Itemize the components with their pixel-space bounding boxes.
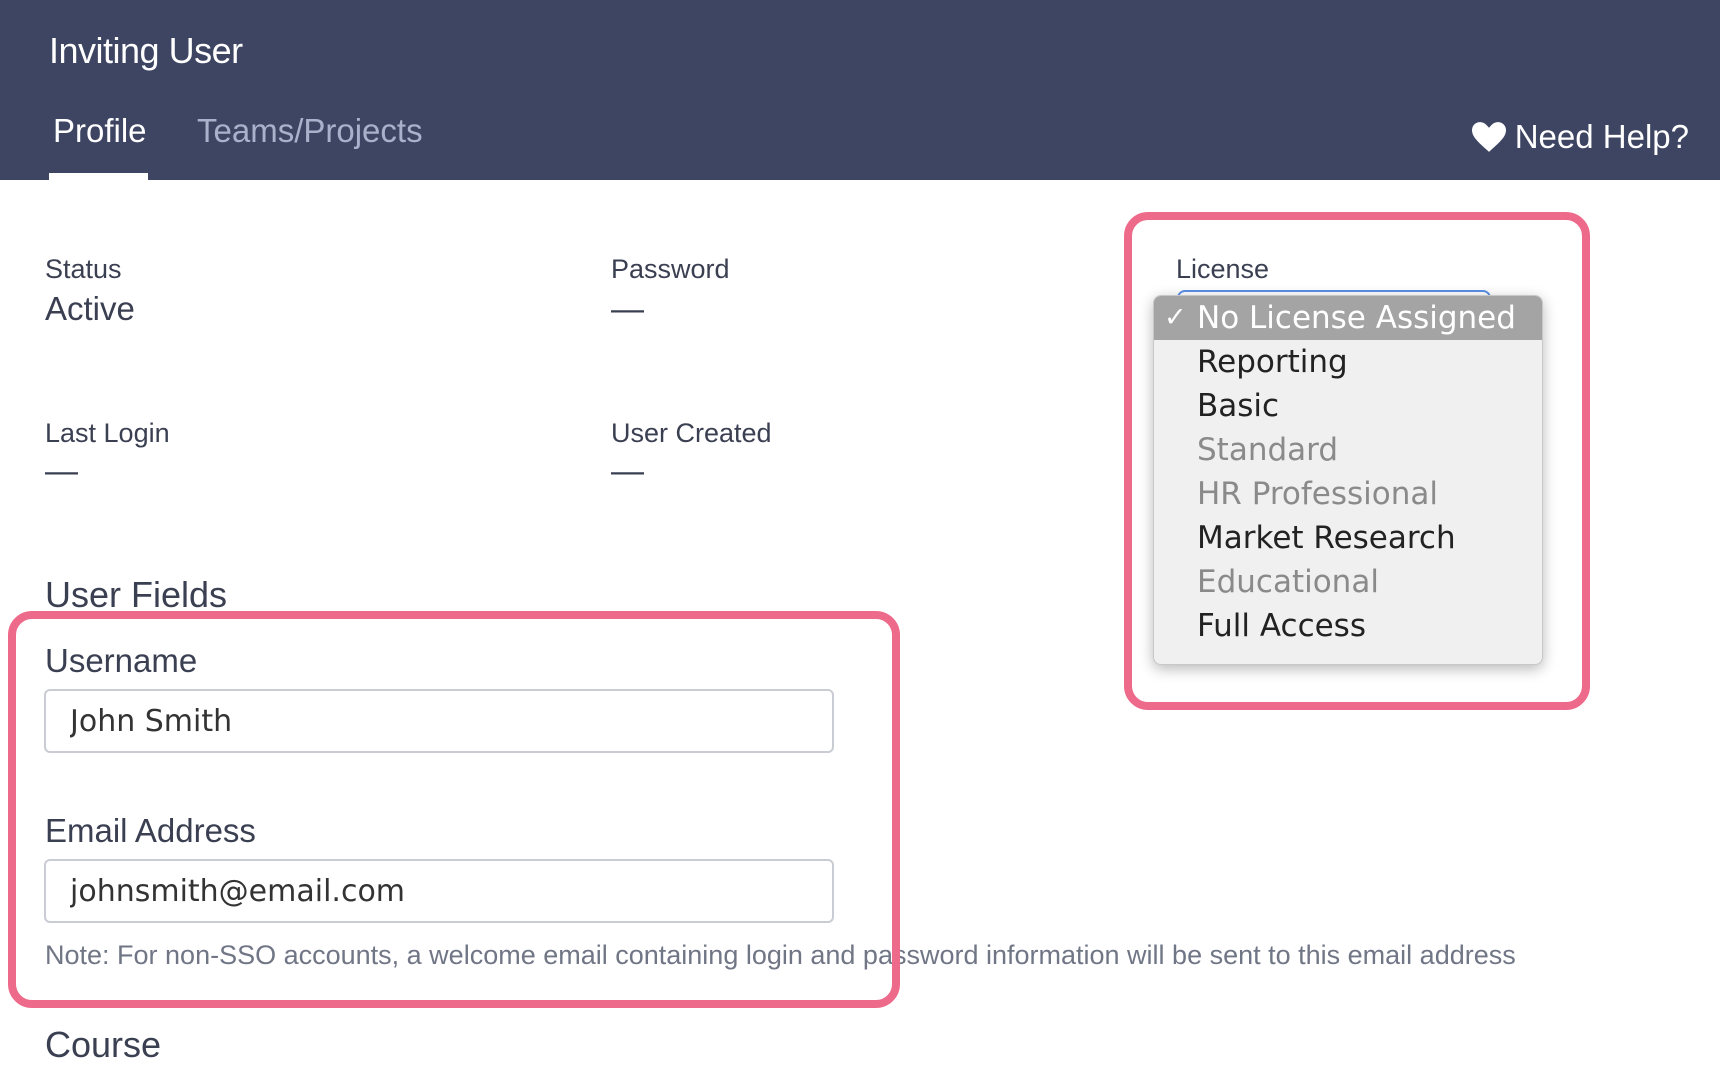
username-input[interactable] — [44, 689, 834, 753]
license-option-standard: Standard — [1197, 432, 1339, 468]
user-created-label: User Created — [611, 418, 772, 448]
email-label: Email Address — [45, 812, 256, 849]
email-note: Note: For non-SSO accounts, a welcome em… — [45, 940, 1516, 970]
page-title: Inviting User — [49, 30, 243, 71]
user-created-value: — — [611, 452, 644, 489]
tab-profile[interactable]: Profile — [53, 112, 147, 150]
email-input[interactable] — [44, 859, 834, 923]
license-option-no-license[interactable]: ✓ No License Assigned — [1154, 296, 1542, 340]
license-option-full-access[interactable]: Full Access — [1154, 604, 1542, 648]
license-dropdown-menu: ✓ No License Assigned Reporting Basic St… — [1153, 295, 1543, 665]
status-label: Status — [45, 254, 122, 284]
checkmark-icon: ✓ — [1164, 302, 1187, 333]
heart-icon — [1471, 122, 1506, 152]
license-label: License — [1176, 254, 1270, 284]
license-option-reporting[interactable]: Reporting — [1154, 340, 1542, 384]
username-label: Username — [45, 642, 198, 679]
active-tab-indicator — [49, 173, 148, 180]
license-option-market-research[interactable]: Market Research — [1154, 516, 1542, 560]
password-label: Password — [611, 254, 730, 284]
last-login-label: Last Login — [45, 418, 170, 448]
last-login-value: — — [45, 452, 78, 489]
license-option-educational: Educational — [1197, 564, 1379, 600]
license-option-hr-professional: HR Professional — [1197, 476, 1439, 512]
need-help-label: Need Help? — [1514, 118, 1689, 155]
license-option-basic[interactable]: Basic — [1154, 384, 1542, 428]
need-help-button[interactable]: Need Help? — [1471, 118, 1689, 156]
password-value: — — [611, 290, 644, 327]
course-section-title: Course — [45, 1024, 162, 1065]
app-header: Inviting User Profile Teams/Projects Nee… — [0, 0, 1720, 180]
tab-teams-projects[interactable]: Teams/Projects — [197, 112, 423, 150]
status-value: Active — [45, 290, 135, 327]
user-fields-title: User Fields — [45, 574, 228, 615]
